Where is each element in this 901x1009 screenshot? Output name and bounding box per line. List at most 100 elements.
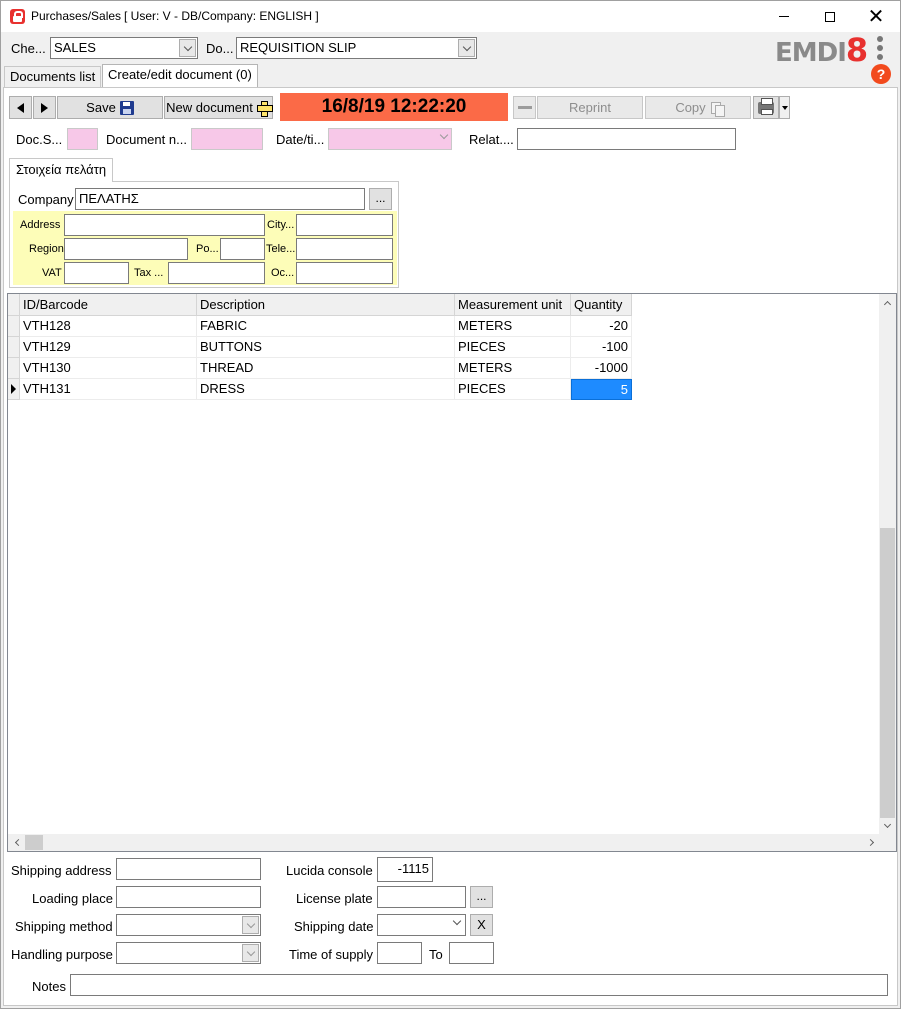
document-number-field[interactable] — [191, 128, 263, 150]
loading-place-field[interactable] — [116, 886, 261, 908]
notes-label: Notes — [32, 979, 66, 994]
region-field[interactable] — [64, 238, 188, 260]
chevron-down-icon — [439, 130, 449, 140]
row-header[interactable] — [8, 379, 20, 400]
shipping-date-picker[interactable] — [377, 914, 466, 936]
column-header-id-barcode[interactable]: ID/Barcode — [20, 294, 197, 316]
tax-office-field[interactable] — [168, 262, 265, 284]
cell-measurement-unit[interactable]: PIECES — [455, 379, 571, 400]
cell-quantity[interactable]: -20 — [571, 316, 632, 337]
lucida-console-field[interactable]: -1115 — [377, 857, 433, 882]
shipping-method-dropdown-button[interactable] — [242, 916, 259, 934]
company-value: ΠΕΛΑΤΗΣ — [79, 191, 139, 206]
postal-code-field[interactable] — [220, 238, 265, 260]
cell-quantity-selected[interactable]: 5 — [571, 379, 632, 400]
doctype-select[interactable]: REQUISITION SLIP — [236, 37, 477, 59]
window-title: Purchases/Sales — [31, 9, 122, 23]
customer-info-tab[interactable]: Στοιχεία πελάτη — [9, 158, 114, 182]
cell-id-barcode[interactable]: VTH131 — [20, 379, 197, 400]
vat-label: VAT — [42, 267, 62, 279]
channel-select[interactable]: SALES — [50, 37, 198, 59]
maximize-button[interactable] — [807, 1, 853, 32]
next-button[interactable] — [33, 96, 56, 119]
time-of-supply-from-field[interactable] — [377, 942, 422, 964]
column-header-quantity[interactable]: Quantity — [571, 294, 632, 316]
doc-series-field[interactable] — [67, 128, 98, 150]
horizontal-scroll-thumb[interactable] — [25, 835, 43, 850]
cell-description[interactable]: DRESS — [197, 379, 455, 400]
scroll-up-button[interactable] — [879, 294, 896, 311]
cell-quantity[interactable]: -1000 — [571, 358, 632, 379]
cell-id-barcode[interactable]: VTH130 — [20, 358, 197, 379]
notes-field[interactable] — [70, 974, 888, 996]
tab-create-edit-document[interactable]: Create/edit document (0) — [102, 64, 258, 88]
channel-dropdown-button[interactable] — [179, 39, 196, 57]
company-field[interactable]: ΠΕΛΑΤΗΣ — [75, 188, 365, 210]
row-header[interactable] — [8, 337, 20, 358]
handling-purpose-select[interactable] — [116, 942, 261, 964]
save-button[interactable]: Save — [57, 96, 163, 119]
telephone-field[interactable] — [296, 238, 393, 260]
remove-button[interactable] — [513, 96, 536, 119]
help-icon[interactable]: ? — [871, 64, 891, 84]
chevron-down-icon — [883, 820, 892, 828]
document-number-label: Document n... — [106, 132, 187, 147]
cell-measurement-unit[interactable]: METERS — [455, 316, 571, 337]
print-options-dropdown[interactable] — [779, 96, 790, 119]
cell-description[interactable]: FABRIC — [197, 316, 455, 337]
column-header-description[interactable]: Description — [197, 294, 455, 316]
cell-quantity[interactable]: -100 — [571, 337, 632, 358]
handling-purpose-dropdown-button[interactable] — [242, 944, 259, 962]
date-time-picker[interactable] — [328, 128, 452, 150]
reprint-button[interactable]: Reprint — [537, 96, 643, 119]
cell-description[interactable]: BUTTONS — [197, 337, 455, 358]
previous-button[interactable] — [9, 96, 32, 119]
address-field[interactable] — [64, 214, 265, 236]
emdi8-logo: EMDI8 — [775, 31, 868, 69]
license-plate-browse-button[interactable]: ... — [470, 886, 493, 908]
shipping-address-field[interactable] — [116, 858, 261, 880]
close-button[interactable]: ✕ — [853, 1, 899, 32]
document-datetime-display: 16/8/19 12:22:20 — [280, 93, 508, 121]
scroll-right-button[interactable] — [863, 834, 880, 851]
more-options-icon[interactable] — [877, 36, 883, 63]
scroll-left-button[interactable] — [8, 834, 25, 851]
tax-office-label: Tax ... — [134, 267, 164, 279]
related-field[interactable] — [517, 128, 736, 150]
cell-id-barcode[interactable]: VTH128 — [20, 316, 197, 337]
doctype-label: Do... — [206, 41, 234, 56]
cell-measurement-unit[interactable]: PIECES — [455, 337, 571, 358]
channel-label: Che... — [11, 41, 46, 56]
scroll-down-button[interactable] — [879, 817, 896, 834]
print-button[interactable] — [753, 96, 779, 119]
row-header[interactable] — [8, 358, 20, 379]
time-of-supply-to-field[interactable] — [449, 942, 494, 964]
row-header[interactable] — [8, 316, 20, 337]
occupation-field[interactable] — [296, 262, 393, 284]
vertical-scroll-thumb[interactable] — [880, 528, 895, 818]
minimize-button[interactable] — [761, 1, 807, 32]
horizontal-scrollbar[interactable] — [8, 834, 896, 851]
company-browse-button[interactable]: ... — [369, 188, 392, 210]
vat-field[interactable] — [64, 262, 129, 284]
copy-button[interactable]: Copy — [645, 96, 751, 119]
cell-id-barcode[interactable]: VTH129 — [20, 337, 197, 358]
vertical-scrollbar[interactable] — [879, 294, 896, 834]
license-plate-field[interactable] — [377, 886, 466, 908]
tab-documents-list[interactable]: Documents list — [4, 66, 102, 88]
chevron-down-icon — [452, 916, 462, 926]
city-field[interactable] — [296, 214, 393, 236]
license-plate-label: License plate — [296, 891, 373, 906]
column-header-measurement-unit[interactable]: Measurement unit — [455, 294, 571, 316]
cell-description[interactable]: THREAD — [197, 358, 455, 379]
shipping-method-select[interactable] — [116, 914, 261, 936]
chevron-down-icon — [462, 42, 471, 51]
document-lines-grid[interactable]: ID/Barcode Description Measurement unit … — [7, 293, 897, 852]
cell-measurement-unit[interactable]: METERS — [455, 358, 571, 379]
new-document-button[interactable]: New document — [164, 96, 273, 119]
address-label: Address — [20, 219, 61, 231]
title-bar: Purchases/Sales [ User: V - DB/Company: … — [1, 1, 900, 32]
doctype-dropdown-button[interactable] — [458, 39, 475, 57]
clear-shipping-date-button[interactable]: X — [470, 914, 493, 936]
date-time-label: Date/ti... — [276, 132, 325, 147]
